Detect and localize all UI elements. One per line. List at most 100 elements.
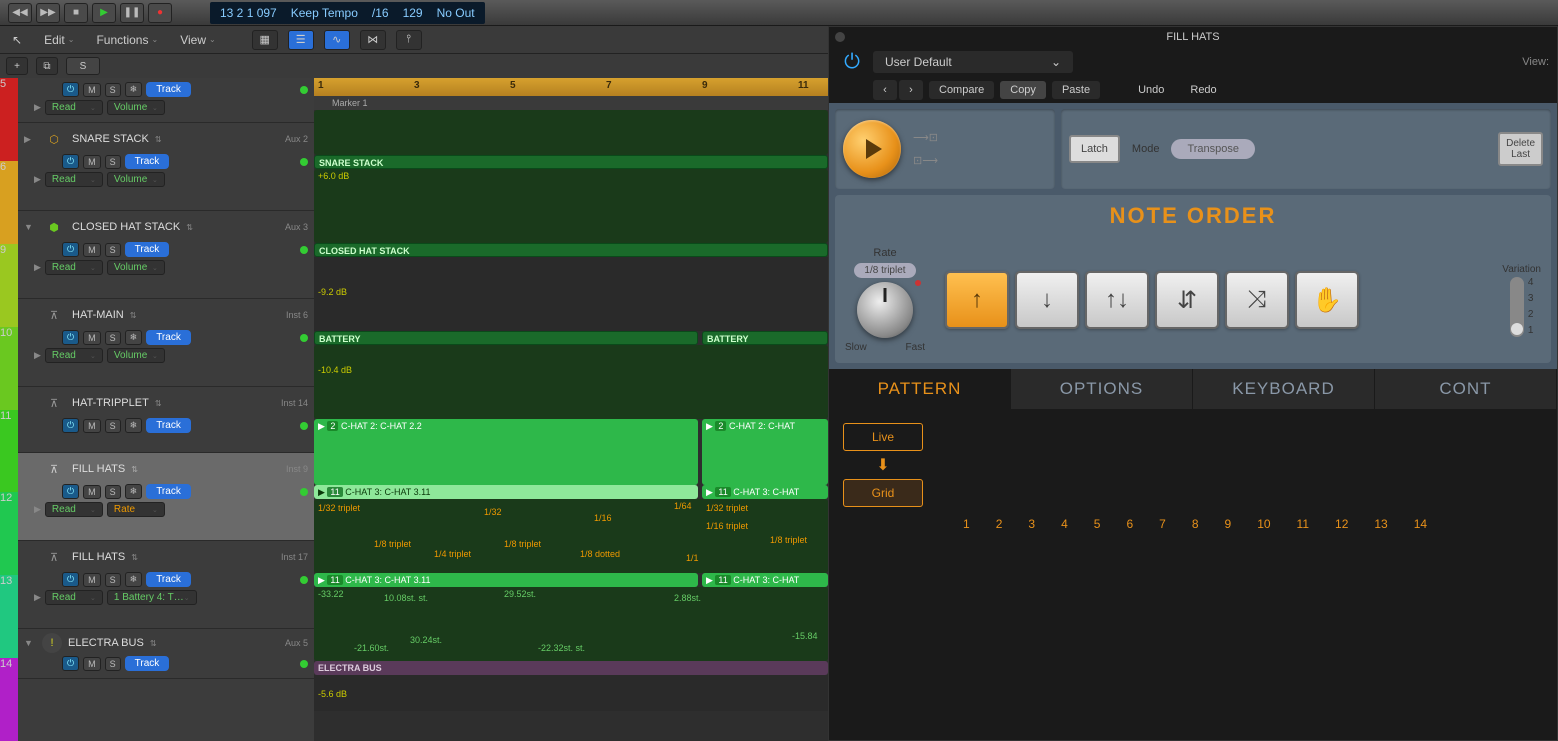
power-button[interactable]: ⏻ <box>62 154 79 169</box>
transport-pause[interactable]: ❚❚ <box>120 3 144 23</box>
marker-row[interactable]: Marker 1 <box>314 96 828 110</box>
power-button[interactable]: ⏻ <box>62 330 79 345</box>
power-button[interactable]: ⏻ <box>62 242 79 257</box>
solo-button[interactable]: S <box>105 419 121 433</box>
plugin-titlebar[interactable]: FILL HATS <box>829 27 1557 47</box>
automation-mode-button[interactable]: Track <box>125 656 170 671</box>
mute-button[interactable]: M <box>83 83 101 97</box>
automation-read-dropdown[interactable]: Read⌄ <box>45 348 103 363</box>
order-converge-button[interactable]: ⇵ <box>1155 271 1219 329</box>
region-header[interactable]: SNARE STACK <box>314 155 828 169</box>
solo-button[interactable]: S <box>105 331 121 345</box>
arrange-area[interactable]: 1 3 5 7 9 11 Marker 1 SNARE STACK +6.0 d… <box>314 78 828 741</box>
grid-view-icon[interactable]: ▦ <box>252 30 278 50</box>
track-row[interactable]: ⏻ M S ❄ Track ▶ Read⌄ Volume⌄ <box>18 78 314 123</box>
automation-param-dropdown[interactable]: Volume⌄ <box>107 100 165 115</box>
region-header[interactable]: BATTERY <box>702 331 828 345</box>
track-row[interactable]: ▼ ! ELECTRA BUS ⇅ Aux 5 ⏻ M S Track <box>18 629 314 679</box>
automation-read-dropdown[interactable]: Read⌄ <box>45 502 103 517</box>
pointer-tool[interactable]: ↖ <box>6 31 28 49</box>
mute-button[interactable]: M <box>83 155 101 169</box>
freeze-button[interactable]: ❄ <box>125 572 143 587</box>
automation-param-dropdown[interactable]: Rate⌄ <box>107 502 165 517</box>
automation-param-dropdown[interactable]: Volume⌄ <box>107 348 165 363</box>
play-icon[interactable]: ▶ <box>34 102 41 113</box>
rec-enable[interactable] <box>300 246 308 254</box>
rec-enable[interactable] <box>300 158 308 166</box>
filter-icon[interactable]: ⫯ <box>396 30 422 50</box>
preset-dropdown[interactable]: User Default⌄ <box>873 51 1073 73</box>
transport-stop[interactable]: ■ <box>64 3 88 23</box>
close-icon[interactable] <box>835 32 845 42</box>
region-body[interactable]: -9.2 dB <box>314 257 828 331</box>
tab-options[interactable]: OPTIONS <box>1011 369 1193 409</box>
tab-pattern[interactable]: PATTERN <box>829 369 1011 409</box>
automation-view-icon[interactable]: ∿ <box>324 30 350 50</box>
redo-button[interactable]: Redo <box>1180 81 1226 99</box>
automation-read-dropdown[interactable]: Read⌄ <box>45 260 103 275</box>
automation-param-dropdown[interactable]: 1 Battery 4: T…⌄ <box>107 590 197 605</box>
flex-view-icon[interactable]: ⋈ <box>360 30 386 50</box>
freeze-button[interactable]: ❄ <box>125 418 143 433</box>
automation-param-dropdown[interactable]: Volume⌄ <box>107 260 165 275</box>
latch-button[interactable]: Latch <box>1069 135 1120 163</box>
live-button[interactable]: Live <box>843 423 923 451</box>
transport-record[interactable]: ● <box>148 3 172 23</box>
rec-enable[interactable] <box>300 576 308 584</box>
mute-button[interactable]: M <box>83 657 101 671</box>
solo-button[interactable]: S <box>105 155 121 169</box>
region-body[interactable]: +6.0 dB <box>314 169 828 243</box>
delete-last-button[interactable]: Delete Last <box>1498 132 1543 166</box>
track-row[interactable]: ⊼ HAT-TRIPPLET ⇅ Inst 14 ⏻ M S ❄ Track <box>18 387 314 453</box>
rec-enable[interactable] <box>300 422 308 430</box>
midi-region[interactable]: ▶ 11 C-HAT 3: C-HAT <box>702 485 828 499</box>
lcd-output[interactable]: No Out <box>437 6 475 20</box>
transport-forward[interactable]: ▶▶ <box>36 3 60 23</box>
compare-button[interactable]: Compare <box>929 81 994 99</box>
region-area[interactable]: SNARE STACK +6.0 dB CLOSED HAT STACK -9.… <box>314 110 828 741</box>
order-manual-button[interactable]: ✋ <box>1295 271 1359 329</box>
automation-mode-button[interactable]: Track <box>125 154 170 169</box>
duplicate-track-button[interactable]: ⧉ <box>36 57 58 75</box>
arp-play-button[interactable] <box>843 120 901 178</box>
power-button[interactable]: ⏻ <box>62 572 79 587</box>
list-view-icon[interactable]: ☰ <box>288 30 314 50</box>
play-icon[interactable]: ▶ <box>34 350 41 361</box>
power-button[interactable]: ⏻ <box>62 656 79 671</box>
tab-keyboard[interactable]: KEYBOARD <box>1193 369 1375 409</box>
grid-button[interactable]: Grid <box>843 479 923 507</box>
order-down-button[interactable]: ↓ <box>1015 271 1079 329</box>
automation-mode-button[interactable]: Track <box>146 484 191 499</box>
solo-button[interactable]: S <box>105 83 121 97</box>
power-button[interactable]: ⏻ <box>62 82 79 97</box>
region-body[interactable]: -5.6 dB <box>314 675 828 711</box>
play-icon[interactable]: ▶ <box>34 592 41 603</box>
global-solo[interactable]: S <box>66 57 100 75</box>
automation-lane[interactable]: -33.22 10.08st. st. -21.60st. 30.24st. 2… <box>314 587 828 661</box>
track-row[interactable]: ⊼ FILL HATS ⇅ Inst 17 ⏻ M S ❄ Track ▶ Re… <box>18 541 314 629</box>
automation-param-dropdown[interactable]: Volume⌄ <box>107 172 165 187</box>
automation-lane[interactable]: 1/32 triplet 1/32 1/16 1/64 1/32 triplet… <box>314 499 828 573</box>
play-icon[interactable]: ▶ <box>34 174 41 185</box>
preset-prev-button[interactable]: ‹ <box>873 80 897 100</box>
copy-button[interactable]: Copy <box>1000 81 1046 99</box>
preset-next-button[interactable]: › <box>899 80 923 100</box>
freeze-button[interactable]: ❄ <box>125 484 143 499</box>
mute-button[interactable]: M <box>83 419 101 433</box>
order-up-button[interactable]: ↑ <box>945 271 1009 329</box>
automation-read-dropdown[interactable]: Read⌄ <box>45 100 103 115</box>
freeze-button[interactable]: ❄ <box>125 330 143 345</box>
track-row[interactable]: ⊼ HAT-MAIN ⇅ Inst 6 ⏻ M S ❄ Track ▶ Read… <box>18 299 314 387</box>
play-icon[interactable]: ▶ <box>34 262 41 273</box>
disclosure-icon[interactable]: ▼ <box>24 222 36 232</box>
midi-region[interactable]: ▶ 11 C-HAT 3: C-HAT <box>702 573 828 587</box>
mute-button[interactable]: M <box>83 485 101 499</box>
track-row-selected[interactable]: ⊼ FILL HATS ⇅ Inst 9 ⏻ M S ❄ Track ▶ Rea… <box>18 453 314 541</box>
rate-knob[interactable] <box>857 282 913 338</box>
automation-read-dropdown[interactable]: Read⌄ <box>45 172 103 187</box>
rec-enable[interactable] <box>300 86 308 94</box>
region-header[interactable]: CLOSED HAT STACK <box>314 243 828 257</box>
rec-enable[interactable] <box>300 334 308 342</box>
mode-dropdown[interactable]: Transpose <box>1171 139 1255 159</box>
solo-button[interactable]: S <box>105 657 121 671</box>
